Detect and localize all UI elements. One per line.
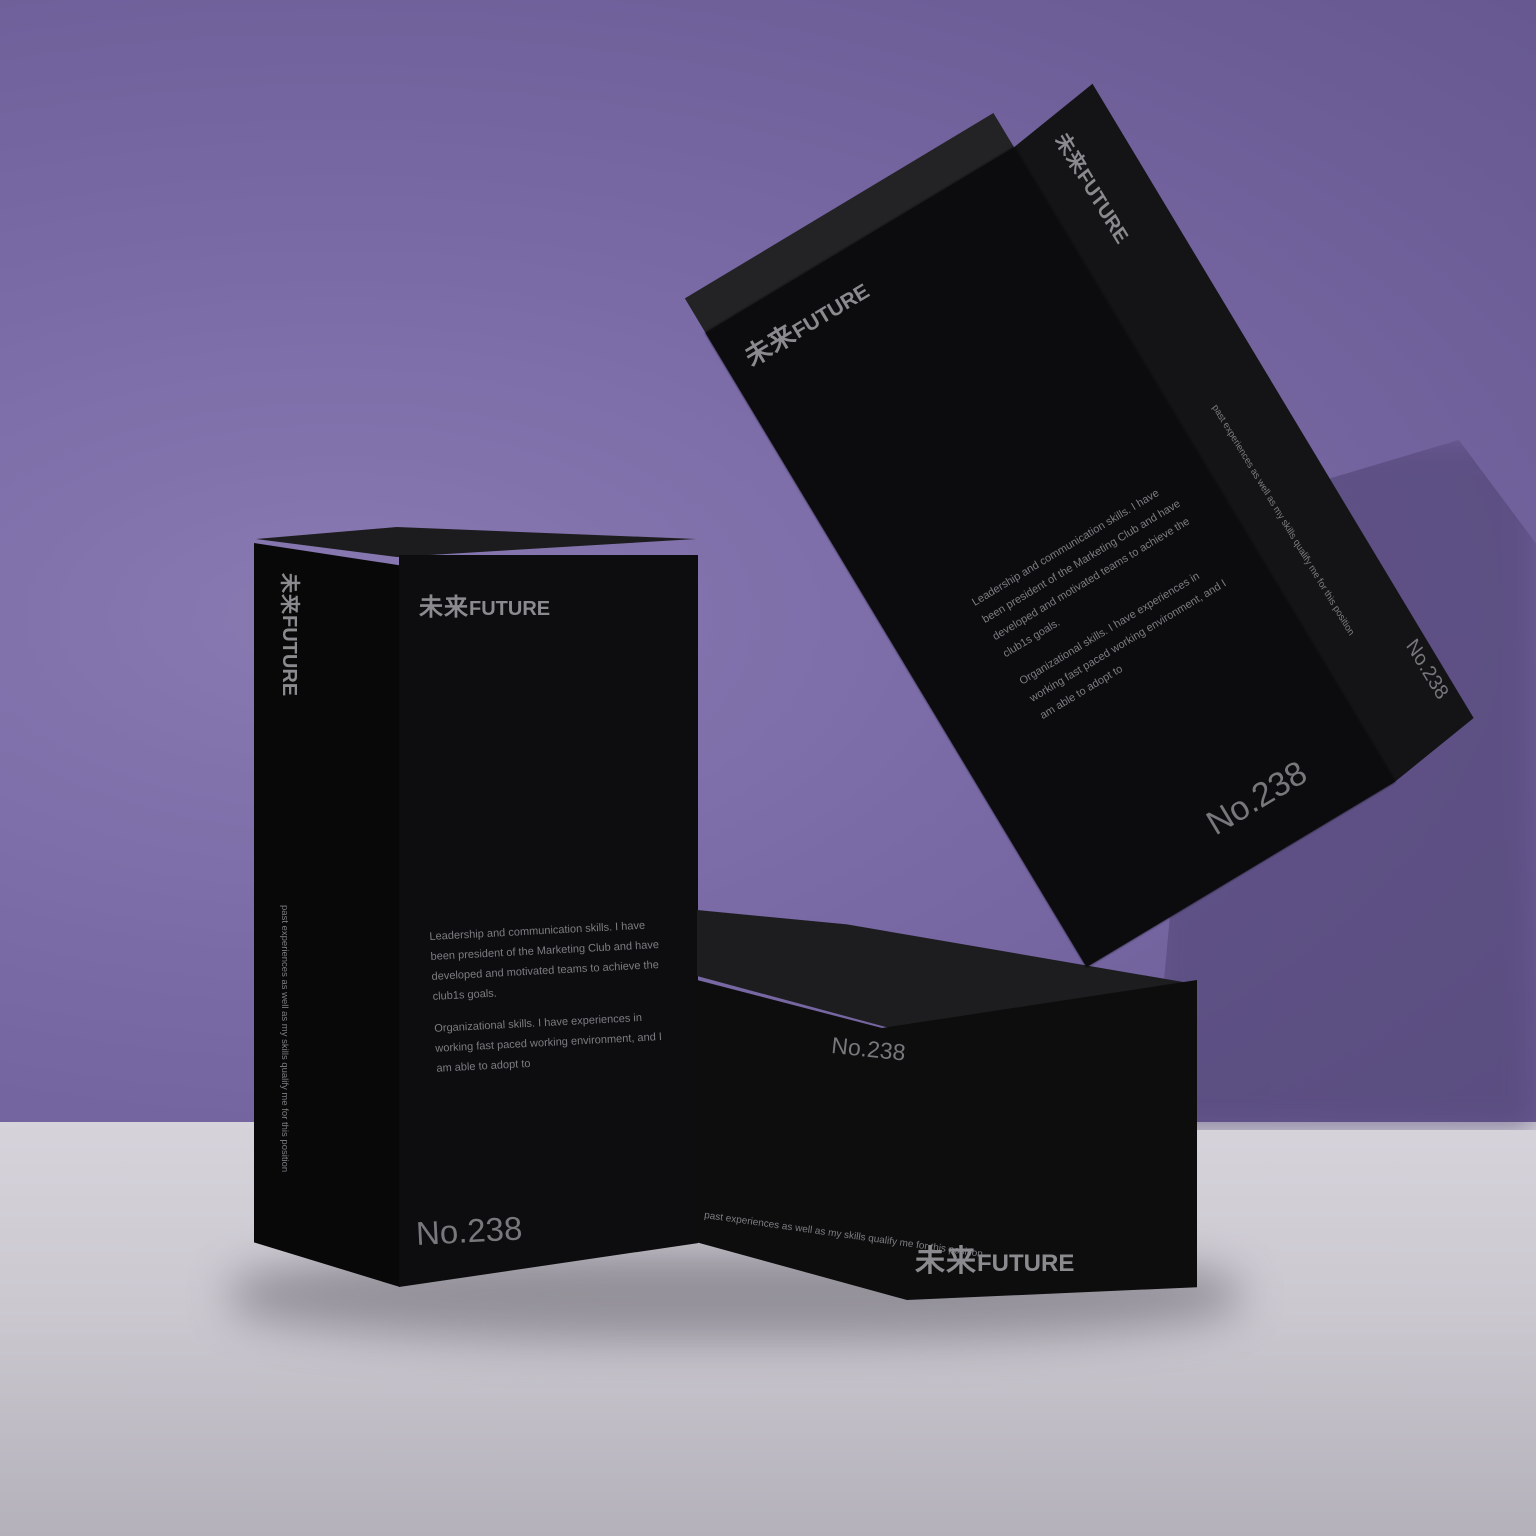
brand-cjk: 未来	[915, 1245, 977, 1278]
box-2-front-face: No.238 past experiences as well as my sk…	[697, 980, 1197, 1300]
box-1-side-logo: 未来 FUTURE	[277, 573, 306, 696]
product-photo-scene: 未来 FUTURE past experiences as well as my…	[0, 0, 1536, 1536]
brand-latin: FUTURE	[1072, 164, 1132, 249]
brand-latin: FUTURE	[977, 1250, 1075, 1277]
box-1-side-face: 未来 FUTURE past experiences as well as my…	[254, 543, 400, 1287]
brand-latin: FUTURE	[788, 279, 874, 344]
brand-cjk: 未来	[419, 594, 469, 621]
box-1-front-face: 未来 FUTURE Leadership and communication s…	[399, 555, 698, 1287]
brand-cjk: 未来	[278, 573, 300, 615]
box-1-front-number: No.238	[415, 1209, 524, 1252]
box-2-number: No.238	[830, 1032, 907, 1066]
brand-latin: FUTURE	[469, 598, 551, 620]
box-1-front-logo: 未来 FUTURE	[419, 587, 550, 622]
box-2-logo: 未来 FUTURE	[915, 1236, 1074, 1280]
box-3-front-number: No.238	[1200, 753, 1314, 843]
copy-paragraph-1: Leadership and communication skills. I h…	[429, 919, 660, 1003]
box-3-front-copy: Leadership and communication skills. I h…	[968, 476, 1250, 735]
copy-paragraph-2: Organizational skills. I have experience…	[434, 1011, 663, 1075]
box-1-side-copy: past experiences as well as my skills qu…	[279, 905, 290, 1173]
brand-latin: FUTURE	[278, 615, 300, 697]
box-1-front-copy: Leadership and communication skills. I h…	[429, 915, 667, 1091]
